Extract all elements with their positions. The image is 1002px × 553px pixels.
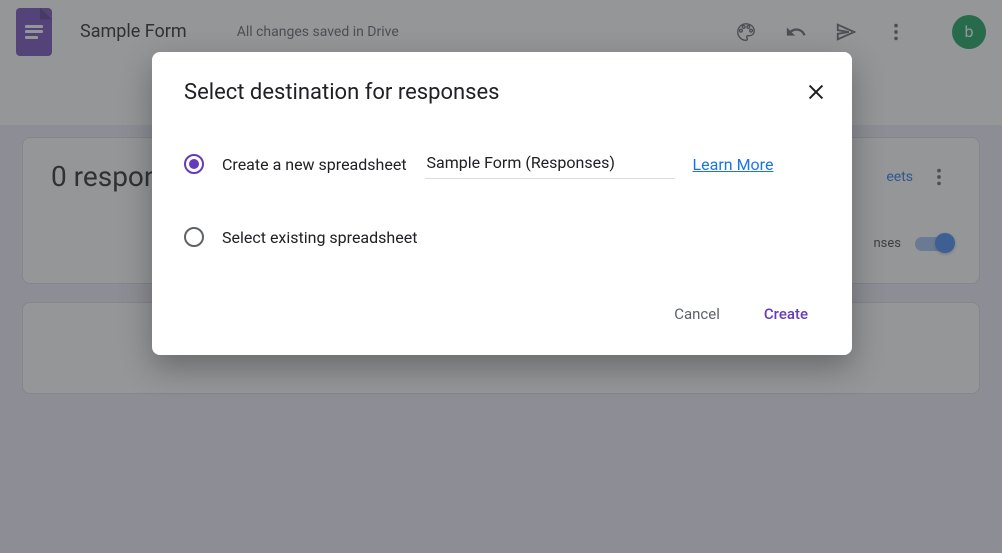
close-icon[interactable] — [802, 78, 830, 106]
radio-create-new[interactable] — [184, 154, 204, 174]
radio-select-existing[interactable] — [184, 227, 204, 247]
radio-create-new-label: Create a new spreadsheet — [222, 155, 407, 174]
dialog-title: Select destination for responses — [184, 80, 820, 105]
destination-dialog: Select destination for responses Create … — [152, 52, 852, 355]
radio-select-existing-label: Select existing spreadsheet — [222, 228, 417, 247]
cancel-button[interactable]: Cancel — [662, 295, 732, 333]
create-button[interactable]: Create — [752, 295, 820, 333]
learn-more-link[interactable]: Learn More — [693, 155, 774, 174]
spreadsheet-name-input[interactable] — [425, 149, 675, 179]
